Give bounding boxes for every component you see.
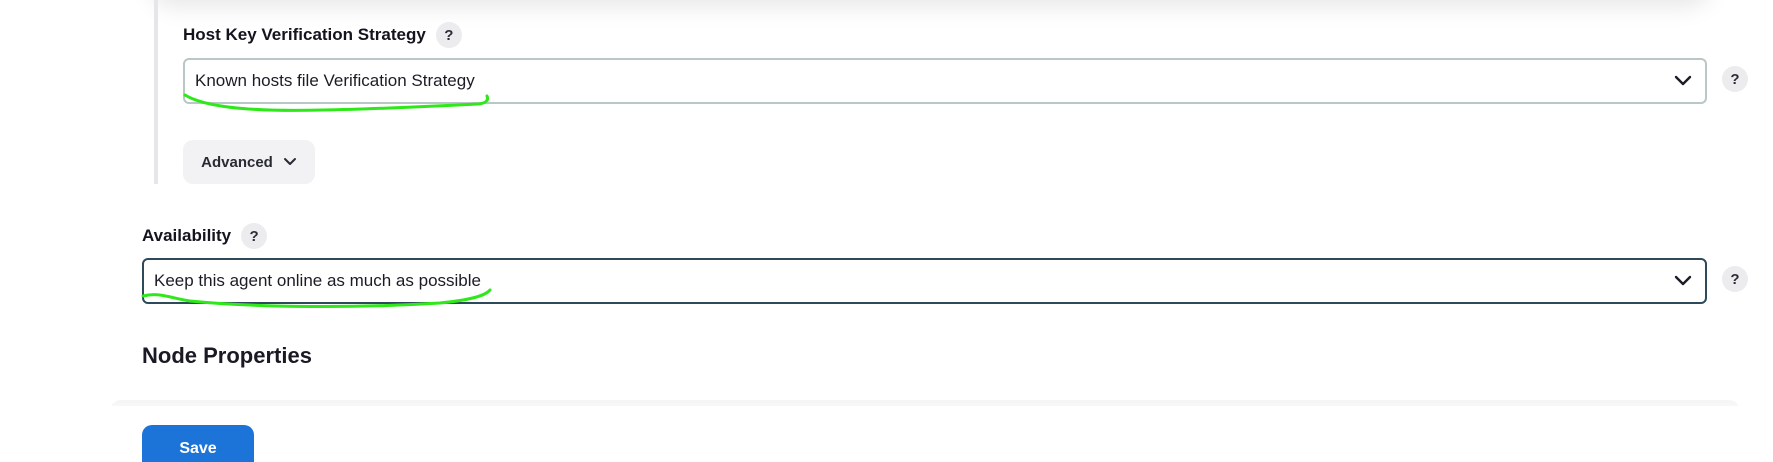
availability-select[interactable]: Keep this agent online as much as possib…	[142, 258, 1707, 304]
host-key-label-row: Host Key Verification Strategy ?	[183, 22, 462, 48]
chevron-down-icon	[283, 154, 297, 171]
advanced-label: Advanced	[201, 153, 273, 171]
availability-label: Availability	[142, 226, 232, 245]
availability-side-help-button[interactable]: ?	[1722, 266, 1748, 292]
availability-help-button[interactable]: ?	[241, 223, 268, 249]
host-key-strategy-select[interactable]: Known hosts file Verification Strategy	[183, 58, 1707, 104]
nested-section-rail	[154, 0, 158, 184]
availability-label-row: Availability ?	[142, 223, 268, 249]
chevron-down-icon	[1661, 260, 1705, 302]
advanced-button[interactable]: Advanced	[183, 140, 315, 184]
chevron-down-icon	[1661, 60, 1705, 102]
node-properties-heading: Node Properties	[142, 343, 312, 368]
host-key-help-button[interactable]: ?	[435, 22, 462, 48]
host-key-side-help-button[interactable]: ?	[1722, 66, 1748, 92]
host-key-strategy-value: Known hosts file Verification Strategy	[195, 71, 475, 90]
save-button[interactable]: Save	[142, 425, 254, 462]
availability-value: Keep this agent online as much as possib…	[154, 271, 481, 290]
jenkins-node-config-page: Host Key Verification Strategy ? Known h…	[0, 0, 1773, 462]
host-key-label: Host Key Verification Strategy	[183, 25, 426, 44]
bottom-action-bar	[0, 406, 1773, 462]
